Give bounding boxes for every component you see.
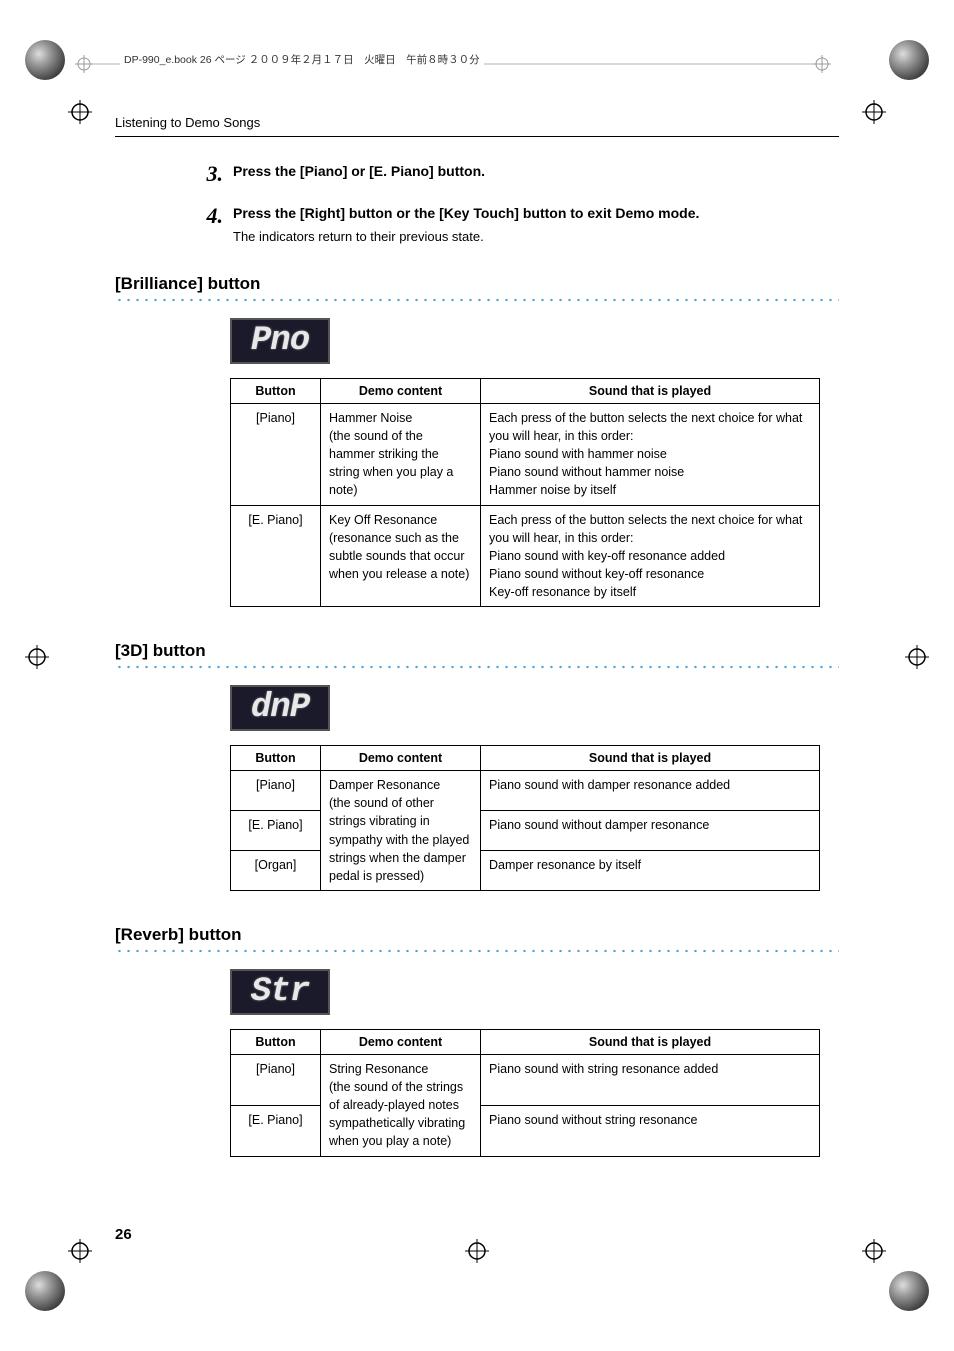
- crop-mark-icon: [813, 55, 831, 73]
- table-row: [Piano] Hammer Noise (the sound of the h…: [231, 403, 820, 505]
- step-subtext: The indicators return to their previous …: [233, 228, 839, 246]
- lcd-display: dnP: [230, 685, 330, 731]
- table-row: [E. Piano] Piano sound without string re…: [231, 1105, 820, 1156]
- 3d-table: Button Demo content Sound that is played…: [230, 745, 820, 891]
- crop-knob-br: [889, 1271, 929, 1311]
- table-header: Button: [231, 378, 321, 403]
- step-number: 4.: [193, 204, 223, 228]
- print-header-text: DP-990_e.book 26 ページ ２００９年２月１７日 火曜日 午前８時…: [120, 52, 484, 67]
- brilliance-table: Button Demo content Sound that is played…: [230, 378, 820, 607]
- step-4: 4. Press the [Right] button or the [Key …: [193, 204, 839, 246]
- crop-knob-tl: [25, 40, 65, 80]
- cell-button: [Organ]: [231, 851, 321, 891]
- crop-mark-icon: [905, 645, 929, 669]
- step-title: Press the [Piano] or [E. Piano] button.: [233, 162, 839, 182]
- table-row: [Piano] String Resonance (the sound of t…: [231, 1054, 820, 1105]
- step-title: Press the [Right] button or the [Key Tou…: [233, 204, 839, 224]
- dotted-rule: [115, 949, 839, 953]
- cell-sound: Piano sound without string resonance: [481, 1105, 820, 1156]
- table-row: [E. Piano] Piano sound without damper re…: [231, 811, 820, 851]
- step-number: 3.: [193, 162, 223, 186]
- table-header: Sound that is played: [481, 378, 820, 403]
- lcd-display: Str: [230, 969, 330, 1015]
- crop-knob-bl: [25, 1271, 65, 1311]
- section-title: [3D] button: [115, 641, 839, 661]
- page-number: 26: [115, 1226, 132, 1243]
- table-header: Sound that is played: [481, 1029, 820, 1054]
- table-row: [Piano] Damper Resonance (the sound of o…: [231, 771, 820, 811]
- cell-sound: Each press of the button selects the nex…: [481, 403, 820, 505]
- cell-sound: Piano sound with damper resonance added: [481, 771, 820, 811]
- cell-content: Hammer Noise (the sound of the hammer st…: [321, 403, 481, 505]
- section-title: [Brilliance] button: [115, 274, 839, 294]
- step-3: 3. Press the [Piano] or [E. Piano] butto…: [193, 162, 839, 186]
- page-content: Listening to Demo Songs 3. Press the [Pi…: [75, 90, 879, 1261]
- cell-content: String Resonance (the sound of the strin…: [321, 1054, 481, 1156]
- table-header: Button: [231, 746, 321, 771]
- cell-button: [Piano]: [231, 771, 321, 811]
- crop-mark-icon: [75, 55, 93, 73]
- lcd-text: Str: [251, 973, 309, 1011]
- steps-list: 3. Press the [Piano] or [E. Piano] butto…: [193, 162, 839, 246]
- table-row: [E. Piano] Key Off Resonance (resonance …: [231, 505, 820, 607]
- cell-button: [Piano]: [231, 1054, 321, 1105]
- dotted-rule: [115, 665, 839, 669]
- section-reverb: [Reverb] button Str Button Demo content …: [115, 925, 839, 1157]
- section-3d: [3D] button dnP Button Demo content Soun…: [115, 641, 839, 891]
- table-header: Demo content: [321, 1029, 481, 1054]
- table-header: Demo content: [321, 378, 481, 403]
- cell-sound: Each press of the button selects the nex…: [481, 505, 820, 607]
- section-brilliance: [Brilliance] button Pno Button Demo cont…: [115, 274, 839, 607]
- cell-button: [E. Piano]: [231, 1105, 321, 1156]
- dotted-rule: [115, 298, 839, 302]
- cell-button: [E. Piano]: [231, 811, 321, 851]
- cell-sound: Piano sound without damper resonance: [481, 811, 820, 851]
- cell-sound: Piano sound with string resonance added: [481, 1054, 820, 1105]
- section-title: [Reverb] button: [115, 925, 839, 945]
- reverb-table: Button Demo content Sound that is played…: [230, 1029, 820, 1157]
- table-header: Demo content: [321, 746, 481, 771]
- lcd-display: Pno: [230, 318, 330, 364]
- table-header: Button: [231, 1029, 321, 1054]
- crop-mark-icon: [25, 645, 49, 669]
- running-head: Listening to Demo Songs: [115, 115, 839, 137]
- cell-button: [Piano]: [231, 403, 321, 505]
- table-header: Sound that is played: [481, 746, 820, 771]
- cell-button: [E. Piano]: [231, 505, 321, 607]
- table-row: [Organ] Damper resonance by itself: [231, 851, 820, 891]
- cell-content: Key Off Resonance (resonance such as the…: [321, 505, 481, 607]
- lcd-text: dnP: [251, 689, 309, 727]
- cell-sound: Damper resonance by itself: [481, 851, 820, 891]
- crop-knob-tr: [889, 40, 929, 80]
- lcd-text: Pno: [251, 322, 309, 360]
- cell-content: Damper Resonance (the sound of other str…: [321, 771, 481, 891]
